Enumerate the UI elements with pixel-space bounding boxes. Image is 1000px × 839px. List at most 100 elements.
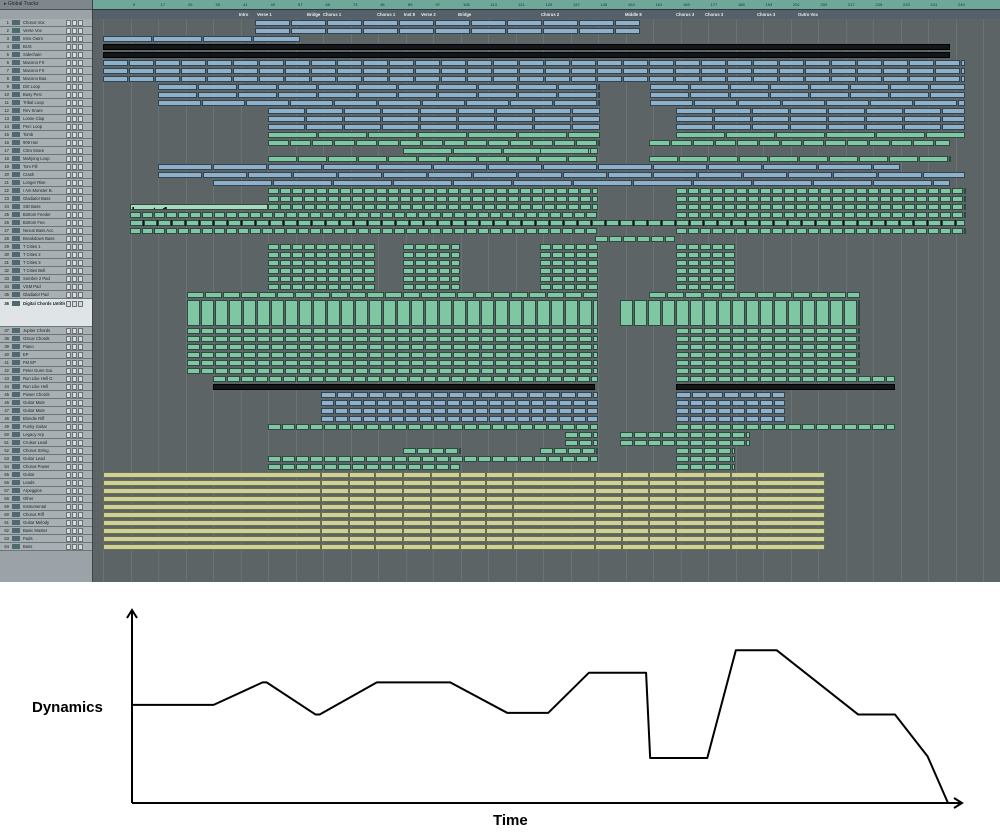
mute-button[interactable] xyxy=(66,291,71,298)
region[interactable] xyxy=(536,220,549,226)
region[interactable] xyxy=(820,228,831,234)
region[interactable] xyxy=(352,188,363,194)
solo-button[interactable] xyxy=(72,219,77,226)
solo-button[interactable] xyxy=(72,527,77,534)
region[interactable] xyxy=(154,212,165,218)
solo-button[interactable] xyxy=(72,43,77,50)
region[interactable] xyxy=(753,60,778,66)
mute-button[interactable] xyxy=(66,455,71,462)
region[interactable]: #default xyxy=(349,472,375,478)
region[interactable] xyxy=(420,108,457,114)
region[interactable] xyxy=(521,376,534,382)
region[interactable] xyxy=(285,336,298,342)
region[interactable] xyxy=(352,252,363,258)
region[interactable] xyxy=(268,132,317,138)
region[interactable] xyxy=(757,292,774,298)
region[interactable] xyxy=(467,368,480,374)
record-button[interactable] xyxy=(78,283,83,290)
region[interactable] xyxy=(202,212,213,218)
region[interactable] xyxy=(271,300,284,326)
region[interactable] xyxy=(417,448,430,454)
region[interactable]: Bass xyxy=(649,544,676,550)
region[interactable] xyxy=(424,220,437,226)
region[interactable] xyxy=(496,188,507,194)
region[interactable] xyxy=(297,376,310,382)
region[interactable] xyxy=(564,260,575,266)
region[interactable] xyxy=(690,448,703,454)
region[interactable] xyxy=(590,148,598,154)
region[interactable] xyxy=(380,456,393,462)
region[interactable]: Bass xyxy=(705,480,731,486)
region[interactable] xyxy=(187,292,204,298)
region[interactable] xyxy=(439,360,452,366)
mute-button[interactable] xyxy=(66,399,71,406)
region[interactable] xyxy=(268,204,279,210)
mute-button[interactable] xyxy=(66,131,71,138)
region[interactable] xyxy=(268,140,289,146)
region[interactable] xyxy=(383,328,396,334)
region[interactable] xyxy=(417,392,432,398)
region[interactable] xyxy=(590,456,598,462)
track-header[interactable]: 47 Guitar Mute xyxy=(0,407,92,415)
region[interactable] xyxy=(805,76,830,82)
region[interactable] xyxy=(774,408,785,414)
region[interactable] xyxy=(545,392,560,398)
mute-button[interactable] xyxy=(66,471,71,478)
region[interactable]: Guitar Melody xyxy=(731,520,757,526)
region[interactable] xyxy=(268,268,279,274)
region[interactable] xyxy=(461,416,474,422)
region[interactable] xyxy=(562,228,573,234)
region[interactable] xyxy=(746,424,759,430)
region[interactable] xyxy=(406,212,417,218)
region[interactable] xyxy=(312,220,325,226)
region[interactable] xyxy=(458,116,495,122)
region[interactable] xyxy=(587,400,598,406)
region[interactable] xyxy=(489,400,502,406)
region[interactable] xyxy=(255,20,290,26)
region[interactable]: Guitar Melody xyxy=(103,520,321,526)
region[interactable] xyxy=(248,172,292,178)
region[interactable] xyxy=(690,360,703,366)
region[interactable] xyxy=(355,336,368,342)
region[interactable] xyxy=(198,92,237,98)
record-button[interactable] xyxy=(78,51,83,58)
region[interactable] xyxy=(380,424,393,430)
region[interactable] xyxy=(492,456,505,462)
region[interactable] xyxy=(892,196,903,202)
region[interactable] xyxy=(544,196,555,202)
region[interactable] xyxy=(586,212,597,218)
region[interactable] xyxy=(425,336,438,342)
region[interactable] xyxy=(634,220,647,226)
region[interactable] xyxy=(916,212,927,218)
region[interactable] xyxy=(537,300,550,326)
track-header[interactable]: 41 FM EP xyxy=(0,359,92,367)
solo-button[interactable] xyxy=(72,399,77,406)
mute-button[interactable] xyxy=(66,383,71,390)
region[interactable] xyxy=(662,440,675,446)
region[interactable] xyxy=(356,140,377,146)
region[interactable] xyxy=(467,336,480,342)
region[interactable] xyxy=(592,204,598,210)
region[interactable] xyxy=(916,204,927,210)
region[interactable] xyxy=(299,344,312,350)
region[interactable] xyxy=(772,228,783,234)
region[interactable] xyxy=(327,368,340,374)
region[interactable] xyxy=(337,392,352,398)
region[interactable] xyxy=(425,328,438,334)
region[interactable] xyxy=(355,300,368,326)
region[interactable] xyxy=(178,228,189,234)
mute-button[interactable] xyxy=(66,259,71,266)
region[interactable] xyxy=(826,100,869,106)
region[interactable] xyxy=(802,424,815,430)
region[interactable] xyxy=(676,284,687,290)
record-button[interactable] xyxy=(78,115,83,122)
region[interactable] xyxy=(956,220,965,226)
mute-button[interactable] xyxy=(66,519,71,526)
region[interactable] xyxy=(323,164,377,170)
region[interactable] xyxy=(556,196,567,202)
region[interactable] xyxy=(285,300,298,326)
region[interactable]: Bass xyxy=(622,544,649,550)
region[interactable] xyxy=(313,336,326,342)
solo-button[interactable] xyxy=(72,479,77,486)
region[interactable] xyxy=(257,328,270,334)
